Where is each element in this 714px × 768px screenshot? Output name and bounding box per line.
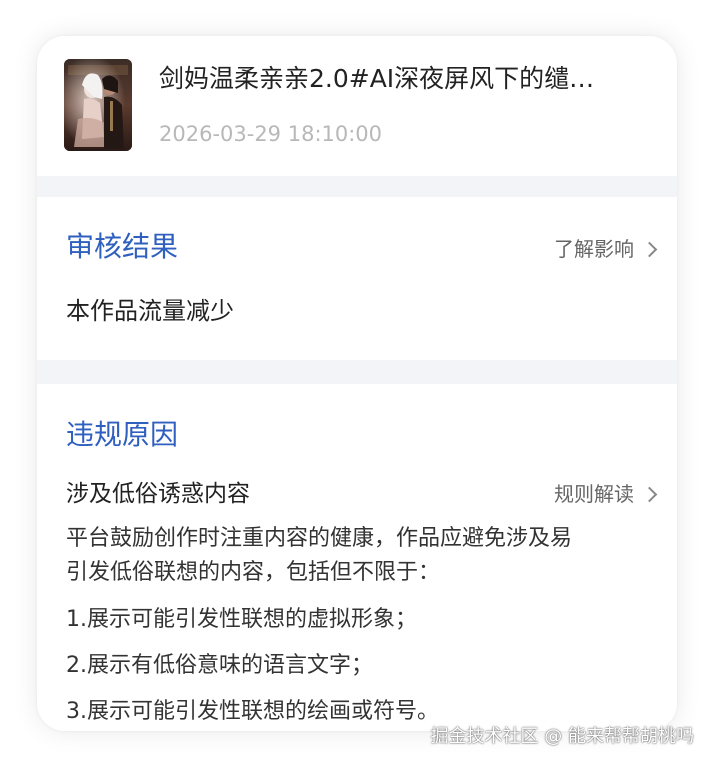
learn-impact-link[interactable]: 了解影响 <box>554 235 658 263</box>
review-result-heading: 审核结果 <box>66 230 179 263</box>
rule-interpretation-link[interactable]: 规则解读 <box>554 480 658 508</box>
post-timestamp: 2026-03-29 18:10:00 <box>159 122 383 146</box>
post-title: 剑妈温柔亲亲2.0#AI深夜屏风下的缱… <box>159 64 595 93</box>
violation-description-line: 平台鼓励创作时注重内容的健康，作品应避免涉及易 <box>66 526 573 551</box>
watermark: 掘金技术社区 @ 能来帮帮胡桃吗 <box>430 726 694 747</box>
violation-category: 涉及低俗诱惑内容 <box>66 481 250 507</box>
violation-description-line: 引发低俗联想的内容，包括但不限于： <box>66 560 441 585</box>
section-divider <box>37 176 677 197</box>
violation-reason-section: 违规原因 涉及低俗诱惑内容 规则解读 平台鼓励创作时注重内容的健康，作品应避免涉… <box>37 384 677 731</box>
review-card: 剑妈温柔亲亲2.0#AI深夜屏风下的缱… 2026-03-29 18:10:00… <box>37 36 677 731</box>
chevron-right-icon <box>641 241 658 258</box>
review-result-text: 本作品流量减少 <box>66 297 234 325</box>
violation-rule-item: 2.展示有低俗意味的语言文字； <box>66 653 373 678</box>
violation-rule-item: 1.展示可能引发性联想的虚拟形象； <box>66 607 417 632</box>
violation-reason-heading: 违规原因 <box>66 418 179 451</box>
section-divider <box>37 360 677 384</box>
learn-impact-label: 了解影响 <box>554 237 634 261</box>
chevron-right-icon <box>641 486 658 503</box>
post-thumbnail[interactable] <box>64 59 132 151</box>
violation-rule-item: 3.展示可能引发性联想的绘画或符号。 <box>66 699 439 724</box>
review-result-section: 审核结果 了解影响 本作品流量减少 <box>37 197 677 360</box>
post-header[interactable]: 剑妈温柔亲亲2.0#AI深夜屏风下的缱… 2026-03-29 18:10:00 <box>37 36 677 176</box>
rule-interpretation-label: 规则解读 <box>554 482 634 506</box>
